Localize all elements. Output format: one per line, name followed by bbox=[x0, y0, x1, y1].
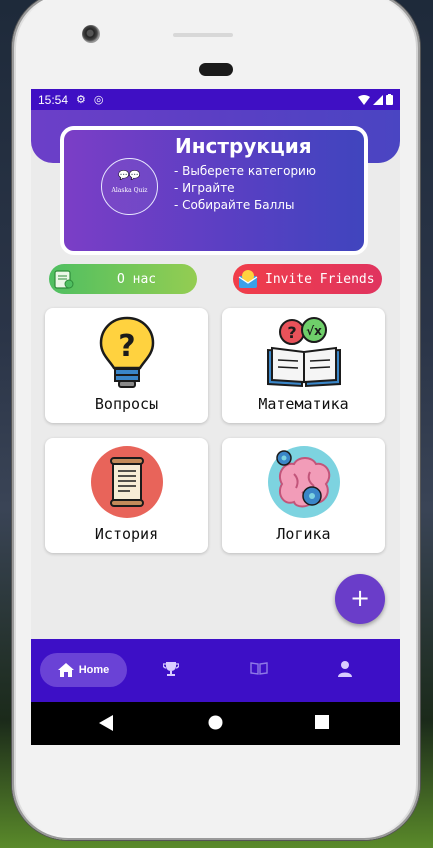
category-card-questions[interactable]: ? Вопросы bbox=[45, 308, 208, 423]
instruction-line-2: - Играйте bbox=[174, 181, 235, 195]
svg-text:?: ? bbox=[287, 323, 296, 342]
book-icon[interactable] bbox=[250, 661, 268, 675]
logo-text: Alaska Quiz bbox=[111, 187, 148, 194]
category-label-math: Математика bbox=[258, 395, 349, 413]
mail-icon bbox=[238, 270, 258, 288]
wifi-icon bbox=[358, 94, 370, 105]
recents-icon[interactable] bbox=[315, 715, 329, 729]
instruction-line-3: - Собирайте Баллы bbox=[174, 198, 295, 212]
home-icon bbox=[57, 663, 74, 677]
top-speaker bbox=[173, 33, 233, 37]
battery-icon bbox=[386, 94, 393, 105]
bottom-navigation: Home bbox=[31, 639, 400, 702]
trophy-icon[interactable] bbox=[163, 661, 179, 677]
instruction-title: Инструкция bbox=[175, 134, 312, 158]
home-circle-icon[interactable] bbox=[208, 715, 223, 730]
add-fab-button[interactable]: + bbox=[335, 574, 385, 624]
category-label-logic: Логика bbox=[276, 525, 331, 543]
nav-home-tab[interactable]: Home bbox=[40, 653, 127, 687]
instruction-line-1: - Выберете категорию bbox=[174, 164, 316, 178]
instruction-card: 💬💬 Alaska Quiz Инструкция - Выберете кат… bbox=[60, 126, 368, 255]
system-navigation-bar bbox=[31, 702, 400, 745]
category-card-history[interactable]: История bbox=[45, 438, 208, 553]
front-camera bbox=[82, 25, 100, 43]
profile-icon[interactable] bbox=[338, 661, 352, 677]
app-logo: 💬💬 Alaska Quiz bbox=[101, 158, 158, 215]
category-card-math[interactable]: ? √x Математика bbox=[222, 308, 385, 423]
invite-friends-button[interactable]: Invite Friends bbox=[233, 264, 382, 294]
notepad-icon bbox=[54, 270, 74, 289]
category-label-history: История bbox=[94, 525, 159, 543]
nav-home-label: Home bbox=[78, 664, 110, 676]
scroll-icon bbox=[90, 446, 163, 518]
status-time: 15:54 bbox=[38, 92, 69, 107]
about-us-label: О нас bbox=[117, 271, 157, 287]
app-screen: 15:54 ⚙ ◎ 💬💬 Alaska Quiz Инструкция - Вы… bbox=[31, 89, 400, 745]
chat-bubbles-icon: 💬💬 bbox=[118, 171, 141, 181]
status-right bbox=[358, 94, 393, 105]
brain-gears-icon bbox=[267, 446, 340, 518]
svg-text:?: ? bbox=[118, 329, 135, 364]
about-us-button[interactable]: О нас bbox=[49, 264, 197, 294]
lightbulb-question-icon: ? bbox=[99, 316, 154, 388]
signal-icon bbox=[373, 94, 383, 105]
math-book-icon: ? √x bbox=[266, 317, 341, 388]
svg-text:√x: √x bbox=[306, 324, 322, 338]
status-bar: 15:54 ⚙ ◎ bbox=[31, 89, 400, 110]
back-icon[interactable] bbox=[99, 715, 113, 731]
earpiece bbox=[199, 63, 233, 76]
invite-friends-label: Invite Friends bbox=[265, 271, 375, 287]
sync-status-icon: ◎ bbox=[93, 93, 104, 106]
settings-status-icon: ⚙ bbox=[76, 93, 86, 106]
category-label-questions: Вопросы bbox=[94, 395, 159, 413]
category-card-logic[interactable]: Логика bbox=[222, 438, 385, 553]
